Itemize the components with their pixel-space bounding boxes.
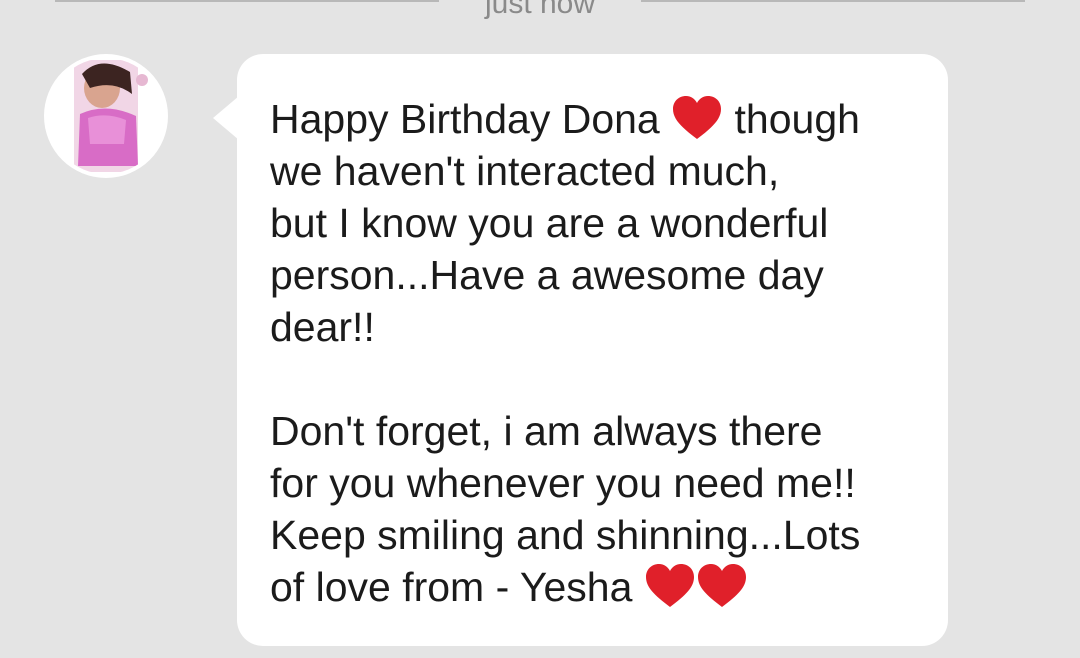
divider-right xyxy=(641,0,1025,2)
message-timestamp: just now xyxy=(484,0,596,20)
heart-icon xyxy=(671,95,723,141)
message-paragraph-2: Don't forget, i am always there for you … xyxy=(270,408,861,610)
bubble-tail xyxy=(213,96,239,140)
heart-icon xyxy=(696,563,748,609)
avatar-photo xyxy=(48,58,164,174)
message-text: Happy Birthday Dona though we haven't in… xyxy=(270,93,930,613)
heart-icon xyxy=(644,563,696,609)
message-line-start: Happy Birthday Dona xyxy=(270,96,672,142)
divider-left xyxy=(55,0,439,2)
sender-avatar[interactable] xyxy=(44,54,168,178)
